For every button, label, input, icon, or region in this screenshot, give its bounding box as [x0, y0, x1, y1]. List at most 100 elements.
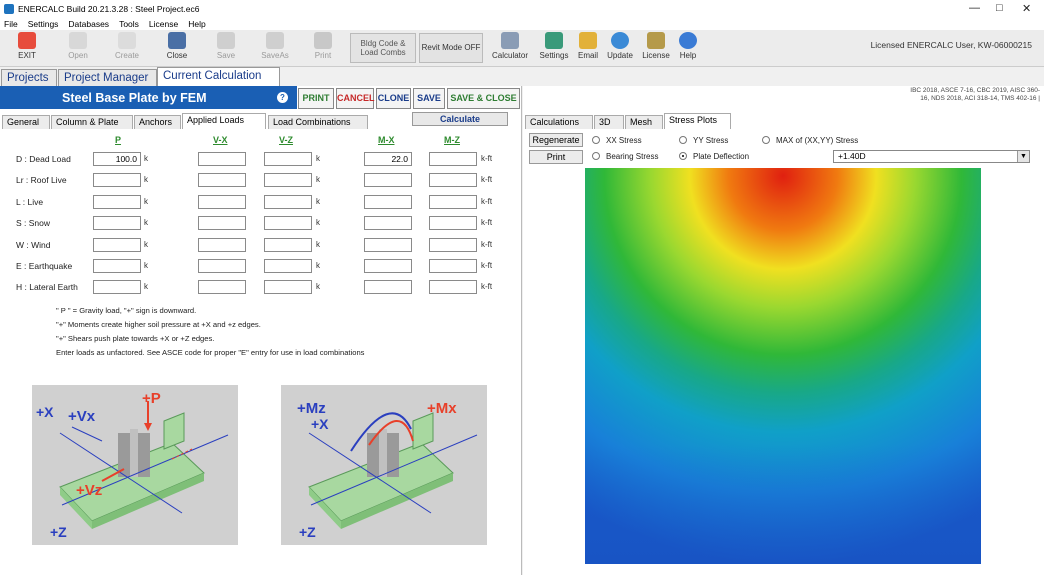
- open-button[interactable]: Open: [57, 32, 99, 66]
- clone-button[interactable]: CLONE: [376, 88, 411, 109]
- save-close-button[interactable]: SAVE & CLOSE: [447, 88, 520, 109]
- unit-label: k-ft: [481, 261, 493, 270]
- unit-label: k: [316, 282, 320, 291]
- maximize-button[interactable]: □: [996, 2, 1003, 14]
- bldg-codes-button[interactable]: Bldg Code & Load Combs: [350, 33, 416, 63]
- radio-plate-deflection[interactable]: Plate Deflection: [679, 152, 749, 161]
- note-gravity: " P " = Gravity load, "+" sign is downwa…: [56, 306, 197, 315]
- minimize-button[interactable]: —: [969, 2, 980, 14]
- input-vz-dead[interactable]: [264, 152, 312, 166]
- input-mx-roof-live[interactable]: [364, 173, 412, 187]
- input-p-snow[interactable]: [93, 216, 141, 230]
- radio-yy-stress[interactable]: YY Stress: [679, 136, 728, 145]
- unit-label: k: [316, 261, 320, 270]
- tab-mesh[interactable]: Mesh: [625, 115, 663, 129]
- input-vx-live[interactable]: [198, 195, 246, 209]
- input-vz-snow[interactable]: [264, 216, 312, 230]
- help-icon: [679, 32, 697, 49]
- exit-button[interactable]: EXIT: [6, 32, 48, 66]
- regenerate-button[interactable]: Regenerate: [529, 133, 583, 147]
- calculator-button[interactable]: Calculator: [489, 32, 531, 66]
- radio-xx-stress[interactable]: XX Stress: [592, 136, 642, 145]
- tab-load-combinations[interactable]: Load Combinations: [268, 115, 368, 129]
- moment-diagram-graphic: +Mz +Mx +X +Z: [297, 400, 478, 540]
- input-mx-dead[interactable]: 22.0: [364, 152, 412, 166]
- unit-label: k: [144, 240, 148, 249]
- input-p-roof-live[interactable]: [93, 173, 141, 187]
- tab-current-calculation[interactable]: Current Calculation: [157, 67, 280, 86]
- row-label-lateral-earth: H : Lateral Earth: [16, 282, 78, 292]
- revit-mode-button[interactable]: Revit Mode OFF: [419, 33, 483, 63]
- input-p-earthquake[interactable]: [93, 259, 141, 273]
- input-vx-wind[interactable]: [198, 238, 246, 252]
- input-mx-lateral-earth[interactable]: [364, 280, 412, 294]
- tab-calculations[interactable]: Calculations: [525, 115, 593, 129]
- print-button[interactable]: PRINT: [298, 88, 334, 109]
- tab-column-plate[interactable]: Column & Plate: [51, 115, 133, 129]
- input-mz-lateral-earth[interactable]: [429, 280, 477, 294]
- input-mz-earthquake[interactable]: [429, 259, 477, 273]
- menu-databases[interactable]: Databases: [68, 19, 109, 29]
- label-plus-vz: +Vz: [76, 482, 102, 499]
- help-button[interactable]: Help: [667, 32, 709, 66]
- row-label-wind: W : Wind: [16, 240, 51, 250]
- input-mz-roof-live[interactable]: [429, 173, 477, 187]
- input-p-wind[interactable]: [93, 238, 141, 252]
- input-vx-earthquake[interactable]: [198, 259, 246, 273]
- tab-applied-loads[interactable]: Applied Loads: [182, 113, 266, 129]
- load-combination-select[interactable]: +1.40D ▼: [833, 150, 1030, 163]
- input-mz-live[interactable]: [429, 195, 477, 209]
- radio-dot: [592, 136, 600, 144]
- menu-file[interactable]: File: [4, 19, 18, 29]
- input-vz-earthquake[interactable]: [264, 259, 312, 273]
- radio-max-stress[interactable]: MAX of (XX,YY) Stress: [762, 136, 858, 145]
- tab-project-manager[interactable]: Project Manager: [58, 69, 157, 86]
- input-vz-live[interactable]: [264, 195, 312, 209]
- menu-settings[interactable]: Settings: [28, 19, 59, 29]
- col-header-vx: V-X: [213, 135, 228, 145]
- help-question-icon[interactable]: ?: [277, 92, 288, 103]
- cancel-button[interactable]: CANCEL: [336, 88, 375, 109]
- input-mz-dead[interactable]: [429, 152, 477, 166]
- unit-label: k: [316, 175, 320, 184]
- unit-label: k-ft: [481, 218, 493, 227]
- input-vx-snow[interactable]: [198, 216, 246, 230]
- tab-projects[interactable]: Projects: [1, 69, 57, 86]
- input-mz-wind[interactable]: [429, 238, 477, 252]
- tab-stress-plots[interactable]: Stress Plots: [664, 113, 731, 129]
- input-vz-wind[interactable]: [264, 238, 312, 252]
- input-p-lateral-earth[interactable]: [93, 280, 141, 294]
- input-p-live[interactable]: [93, 195, 141, 209]
- input-vz-roof-live[interactable]: [264, 173, 312, 187]
- close-button[interactable]: Close: [156, 32, 198, 66]
- menu-license[interactable]: License: [149, 19, 178, 29]
- calculate-button[interactable]: Calculate: [412, 112, 508, 126]
- close-window-button[interactable]: ✕: [1022, 2, 1031, 15]
- calc-title: Steel Base Plate by FEM: [62, 91, 207, 105]
- print-toolbar-button[interactable]: Print: [302, 32, 344, 66]
- tab-anchors[interactable]: Anchors: [134, 115, 181, 129]
- input-mx-earthquake[interactable]: [364, 259, 412, 273]
- input-mx-live[interactable]: [364, 195, 412, 209]
- input-vz-lateral-earth[interactable]: [264, 280, 312, 294]
- save-button[interactable]: SAVE: [413, 88, 445, 109]
- menu-tools[interactable]: Tools: [119, 19, 139, 29]
- radio-bearing-stress[interactable]: Bearing Stress: [592, 152, 658, 161]
- input-vx-dead[interactable]: [198, 152, 246, 166]
- input-mz-snow[interactable]: [429, 216, 477, 230]
- menu-help[interactable]: Help: [188, 19, 205, 29]
- tab-3d[interactable]: 3D: [594, 115, 624, 129]
- input-vx-roof-live[interactable]: [198, 173, 246, 187]
- input-mx-snow[interactable]: [364, 216, 412, 230]
- saveas-button[interactable]: SaveAs: [254, 32, 296, 66]
- tab-general[interactable]: General: [2, 115, 50, 129]
- input-mx-wind[interactable]: [364, 238, 412, 252]
- input-vx-lateral-earth[interactable]: [198, 280, 246, 294]
- create-button[interactable]: Create: [106, 32, 148, 66]
- label-plus-vx: +Vx: [68, 408, 96, 425]
- unit-label: k: [144, 154, 148, 163]
- input-p-dead[interactable]: 100.0: [93, 152, 141, 166]
- print-plot-button[interactable]: Print: [529, 150, 583, 164]
- chevron-down-icon[interactable]: ▼: [1017, 151, 1029, 162]
- save-toolbar-button[interactable]: Save: [205, 32, 247, 66]
